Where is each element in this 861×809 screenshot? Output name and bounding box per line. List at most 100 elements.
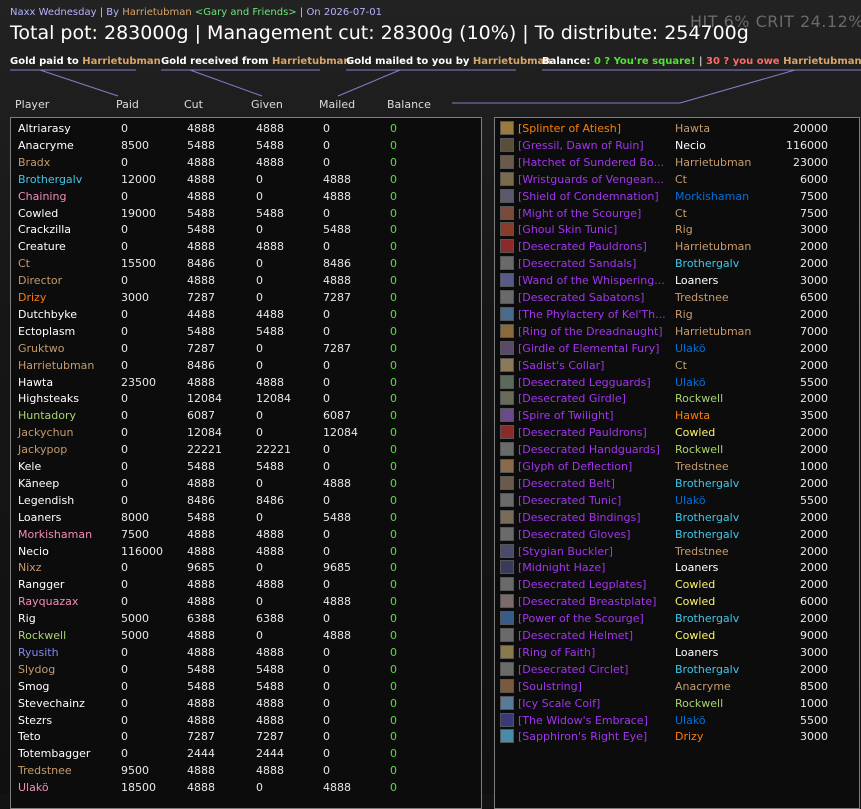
loot-row[interactable]: [The Widow's Embrace] Ulakö 5500 [495, 712, 859, 729]
table-row[interactable]: Director 0 4888 0 4888 0 [11, 272, 481, 289]
loot-row[interactable]: [Power of the Scourge] Brothergalv 2000 [495, 610, 859, 627]
loot-row[interactable]: [Icy Scale Coif] Rockwell 1000 [495, 695, 859, 712]
table-row[interactable]: Ct 15500 8486 0 8486 0 [11, 255, 481, 272]
item-link[interactable]: [Icy Scale Coif] [518, 695, 668, 712]
loot-row[interactable]: [Glyph of Deflection] Tredstnee 1000 [495, 458, 859, 475]
item-link[interactable]: [Desecrated Circlet] [518, 661, 668, 678]
item-link[interactable]: [Gressil, Dawn of Ruin] [518, 137, 668, 154]
item-link[interactable]: [Desecrated Girdle] [518, 390, 668, 407]
item-link[interactable]: [Spire of Twilight] [518, 407, 668, 424]
table-row[interactable]: Cowled 19000 5488 5488 0 0 [11, 205, 481, 222]
loot-row[interactable]: [Ring of Faith] Loaners 3000 [495, 644, 859, 661]
table-row[interactable]: Rangger 0 4888 4888 0 0 [11, 576, 481, 593]
table-row[interactable]: Ryusith 0 4888 4888 0 0 [11, 644, 481, 661]
table-row[interactable]: Morkishaman 7500 4888 4888 0 0 [11, 526, 481, 543]
item-link[interactable]: [Desecrated Helmet] [518, 627, 668, 644]
item-link[interactable]: [Desecrated Gloves] [518, 526, 668, 543]
loot-row[interactable]: [Wristguards of Vengean... Ct 6000 [495, 171, 859, 188]
item-link[interactable]: [Sapphiron's Right Eye] [518, 728, 668, 745]
table-row[interactable]: Dutchbyke 0 4488 4488 0 0 [11, 306, 481, 323]
loot-row[interactable]: [Desecrated Tunic] Ulakö 5500 [495, 492, 859, 509]
loot-row[interactable]: [Desecrated Pauldrons] Harrietubman 2000 [495, 238, 859, 255]
item-link[interactable]: [Ring of Faith] [518, 644, 668, 661]
table-row[interactable]: Highsteaks 0 12084 12084 0 0 [11, 390, 481, 407]
loot-row[interactable]: [Splinter of Atiesh] Hawta 20000 [495, 120, 859, 137]
item-link[interactable]: [Glyph of Deflection] [518, 458, 668, 475]
table-row[interactable]: Bradx 0 4888 4888 0 0 [11, 154, 481, 171]
loot-row[interactable]: [Desecrated Sabatons] Tredstnee 6500 [495, 289, 859, 306]
table-row[interactable]: Stezrs 0 4888 4888 0 0 [11, 712, 481, 729]
loot-row[interactable]: [Desecrated Gloves] Brothergalv 2000 [495, 526, 859, 543]
item-link[interactable]: [Might of the Scourge] [518, 205, 668, 222]
loot-row[interactable]: [Midnight Haze] Loaners 2000 [495, 559, 859, 576]
item-link[interactable]: [Ring of the Dreadnaught] [518, 323, 668, 340]
loot-row[interactable]: [Soulstring] Anacryme 8500 [495, 678, 859, 695]
table-row[interactable]: Brothergalv 12000 4888 0 4888 0 [11, 171, 481, 188]
table-row[interactable]: Drizy 3000 7287 0 7287 0 [11, 289, 481, 306]
table-row[interactable]: Chaining 0 4888 0 4888 0 [11, 188, 481, 205]
item-link[interactable]: [Desecrated Handguards] [518, 441, 668, 458]
col-player[interactable]: Player [15, 98, 49, 111]
item-link[interactable]: [Splinter of Atiesh] [518, 120, 668, 137]
loot-row[interactable]: [Desecrated Pauldrons] Cowled 2000 [495, 424, 859, 441]
loot-row[interactable]: [Ring of the Dreadnaught] Harrietubman 700… [495, 323, 859, 340]
loot-row[interactable]: [Desecrated Helmet] Cowled 9000 [495, 627, 859, 644]
loot-row[interactable]: [Girdle of Elemental Fury] Ulakö 2000 [495, 340, 859, 357]
table-row[interactable]: Nixz 0 9685 0 9685 0 [11, 559, 481, 576]
col-mailed[interactable]: Mailed [319, 98, 355, 111]
table-row[interactable]: Tredstnee 9500 4888 4888 0 0 [11, 762, 481, 779]
loot-row[interactable]: [Desecrated Bindings] Brothergalv 2000 [495, 509, 859, 526]
table-row[interactable]: Teto 0 7287 7287 0 0 [11, 728, 481, 745]
table-row[interactable]: Huntadory 0 6087 0 6087 0 [11, 407, 481, 424]
item-link[interactable]: [Wand of the Whispering... [518, 272, 668, 289]
loot-row[interactable]: [Spire of Twilight] Hawta 3500 [495, 407, 859, 424]
col-given[interactable]: Given [251, 98, 283, 111]
loot-row[interactable]: [Hatchet of Sundered Bo... Harrietubman 23… [495, 154, 859, 171]
loot-row[interactable]: [Sadist's Collar] Ct 2000 [495, 357, 859, 374]
item-link[interactable]: [Desecrated Pauldrons] [518, 238, 668, 255]
table-row[interactable]: Legendish 0 8486 8486 0 0 [11, 492, 481, 509]
loot-row[interactable]: [Desecrated Circlet] Brothergalv 2000 [495, 661, 859, 678]
table-row[interactable]: Creature 0 4888 4888 0 0 [11, 238, 481, 255]
table-row[interactable]: Harrietubman 0 8486 0 0 0 [11, 357, 481, 374]
item-link[interactable]: [Desecrated Legguards] [518, 374, 668, 391]
table-row[interactable]: Rig 5000 6388 6388 0 0 [11, 610, 481, 627]
item-link[interactable]: [Desecrated Sabatons] [518, 289, 668, 306]
table-row[interactable]: Rockwell 5000 4888 0 4888 0 [11, 627, 481, 644]
table-row[interactable]: Crackzilla 0 5488 0 5488 0 [11, 221, 481, 238]
loot-row[interactable]: [Desecrated Legguards] Ulakö 5500 [495, 374, 859, 391]
table-row[interactable]: Rayquazax 0 4888 0 4888 0 [11, 593, 481, 610]
loot-row[interactable]: [Desecrated Girdle] Rockwell 2000 [495, 390, 859, 407]
table-row[interactable]: Necio 116000 4888 4888 0 0 [11, 543, 481, 560]
item-link[interactable]: [The Phylactery of Kel'Th... [518, 306, 668, 323]
item-link[interactable]: [Hatchet of Sundered Bo... [518, 154, 668, 171]
item-link[interactable]: [Soulstring] [518, 678, 668, 695]
table-row[interactable]: Jackychun 0 12084 0 12084 0 [11, 424, 481, 441]
item-link[interactable]: [Power of the Scourge] [518, 610, 668, 627]
loot-row[interactable]: [Stygian Buckler] Tredstnee 2000 [495, 543, 859, 560]
col-cut[interactable]: Cut [184, 98, 203, 111]
item-link[interactable]: [Midnight Haze] [518, 559, 668, 576]
table-row[interactable]: Smog 0 5488 5488 0 0 [11, 678, 481, 695]
loot-row[interactable]: [Desecrated Sandals] Brothergalv 2000 [495, 255, 859, 272]
table-row[interactable]: Anacryme 8500 5488 5488 0 0 [11, 137, 481, 154]
item-link[interactable]: [Desecrated Sandals] [518, 255, 668, 272]
table-row[interactable]: Ectoplasm 0 5488 5488 0 0 [11, 323, 481, 340]
item-link[interactable]: [Desecrated Pauldrons] [518, 424, 668, 441]
item-link[interactable]: [Wristguards of Vengean... [518, 171, 668, 188]
item-link[interactable]: [Desecrated Legplates] [518, 576, 668, 593]
item-link[interactable]: [Ghoul Skin Tunic] [518, 221, 668, 238]
loot-row[interactable]: [Gressil, Dawn of Ruin] Necio 116000 [495, 137, 859, 154]
table-row[interactable]: Käneep 0 4888 0 4888 0 [11, 475, 481, 492]
table-row[interactable]: Stevechainz 0 4888 4888 0 0 [11, 695, 481, 712]
loot-row[interactable]: [Might of the Scourge] Ct 7500 [495, 205, 859, 222]
loot-row[interactable]: [Desecrated Legplates] Cowled 2000 [495, 576, 859, 593]
item-link[interactable]: [Stygian Buckler] [518, 543, 668, 560]
item-link[interactable]: [Shield of Condemnation] [518, 188, 668, 205]
loot-row[interactable]: [The Phylactery of Kel'Th... Rig 2000 [495, 306, 859, 323]
loot-row[interactable]: [Shield of Condemnation] Morkishaman 7500 [495, 188, 859, 205]
col-paid[interactable]: Paid [116, 98, 139, 111]
loot-row[interactable]: [Wand of the Whispering... Loaners 3000 [495, 272, 859, 289]
loot-row[interactable]: [Desecrated Handguards] Rockwell 2000 [495, 441, 859, 458]
table-row[interactable]: Kele 0 5488 5488 0 0 [11, 458, 481, 475]
